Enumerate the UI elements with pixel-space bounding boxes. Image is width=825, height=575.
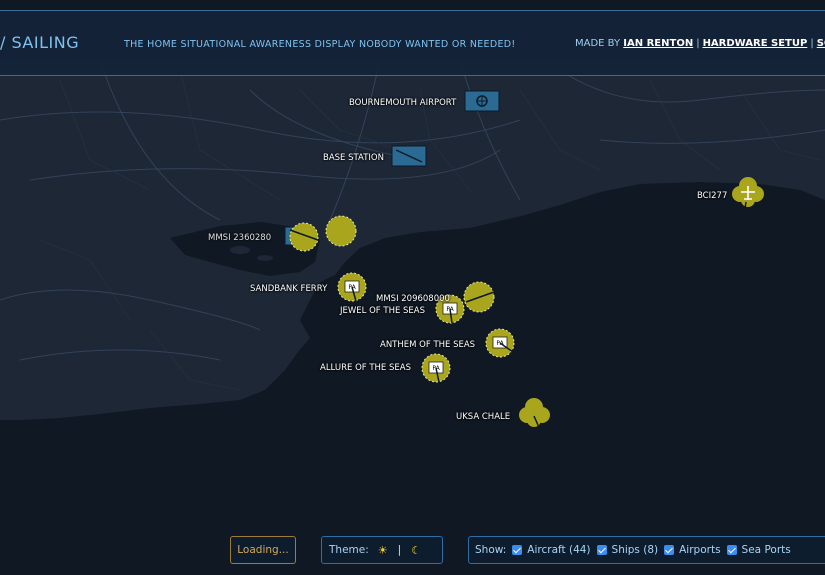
page-title: / SAILING — [0, 33, 80, 52]
credits: MADE BY IAN RENTON|HARDWARE SETUP|SOU — [575, 38, 825, 49]
airport-icon — [464, 90, 500, 112]
show-label: Show: — [475, 544, 507, 556]
source-link[interactable]: SOU — [817, 38, 825, 49]
ship-label-mmsi: MMSI 209608000 — [376, 294, 450, 304]
ship-label-allure: ALLURE OF THE SEAS — [320, 363, 411, 373]
seaports-checkbox[interactable] — [726, 545, 737, 555]
airports-filter-label: Airports — [679, 544, 721, 556]
theme-control: Theme: ☀ | ☾ — [321, 536, 443, 564]
tagline: THE HOME SITUATIONAL AWARENESS DISPLAY N… — [124, 39, 516, 50]
ship-label-jewel: JEWEL OF THE SEAS — [340, 306, 426, 316]
author-link[interactable]: IAN RENTON — [623, 38, 693, 49]
ship-marker — [289, 222, 319, 252]
show-filters: Show: Aircraft (44) Ships (8) Airports S… — [468, 536, 825, 564]
moon-icon[interactable]: ☾ — [411, 544, 421, 557]
airport-label: BOURNEMOUTH AIRPORT — [349, 98, 457, 108]
seaports-filter-label: Sea Ports — [741, 544, 791, 556]
hardware-setup-link[interactable]: HARDWARE SETUP — [703, 38, 808, 49]
aircraft-label: BCI277 — [697, 191, 728, 201]
aircraft-checkbox[interactable] — [512, 545, 523, 555]
theme-separator: | — [397, 544, 402, 556]
base-station-label: BASE STATION — [323, 153, 384, 163]
loading-button[interactable]: Loading... — [230, 536, 296, 564]
made-by-label: MADE BY — [575, 38, 621, 49]
loading-label: Loading... — [237, 544, 289, 556]
ship-marker — [325, 215, 357, 247]
header-bar: / SAILING THE HOME SITUATIONAL AWARENESS… — [0, 10, 825, 76]
airports-checkbox[interactable] — [664, 545, 675, 555]
overlap-label: MMSI 2360280 — [208, 233, 272, 243]
sun-icon[interactable]: ☀ — [378, 544, 388, 557]
theme-label: Theme: — [329, 544, 369, 556]
map[interactable]: PA PA PA PA — [0, 0, 825, 575]
ship-label-sandbank-ferry: SANDBANK FERRY — [250, 284, 328, 294]
base-station-icon — [391, 145, 427, 167]
ship-label-anthem: ANTHEM OF THE SEAS — [380, 340, 476, 350]
ships-checkbox[interactable] — [596, 545, 607, 555]
aircraft-filter-label: Aircraft (44) — [527, 544, 591, 556]
ship-label-uksa: UKSA CHALE — [456, 412, 511, 422]
ships-filter-label: Ships (8) — [611, 544, 659, 556]
